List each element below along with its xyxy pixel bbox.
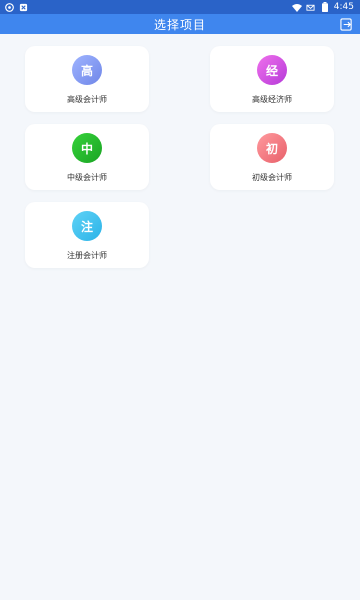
exit-icon [339,17,352,31]
project-label: 高级经济师 [252,95,292,104]
page-title: 选择项目 [153,17,206,32]
status-time: 4:45 [333,2,354,12]
intermediate-accountant-badge-icon: 中 [72,133,102,163]
notification-icon [4,2,14,12]
battery-icon [320,2,330,12]
project-label: 初级会计师 [252,173,292,182]
mail-icon [306,2,316,12]
project-card-junior-accountant[interactable]: 初 初级会计师 [210,124,334,190]
project-label: 高级会计师 [67,95,107,104]
project-card-senior-accountant[interactable]: 高 高级会计师 [25,46,149,112]
status-bar: 4:45 [0,0,360,14]
senior-economist-badge-icon: 经 [257,55,287,85]
senior-accountant-badge-icon: 高 [72,55,102,85]
junior-accountant-badge-icon: 初 [257,133,287,163]
project-card-intermediate-accountant[interactable]: 中 中级会计师 [25,124,149,190]
cpa-badge-icon: 注 [72,211,102,241]
project-label: 中级会计师 [67,173,107,182]
project-grid: 高 高级会计师 经 高级经济师 中 中级会计师 初 初级会计师 注 注册会计师 [0,34,360,600]
project-card-senior-economist[interactable]: 经 高级经济师 [210,46,334,112]
wifi-icon [291,2,302,12]
project-card-cpa[interactable]: 注 注册会计师 [25,202,149,268]
exit-button[interactable] [338,16,354,32]
app-bar: 选择项目 [0,14,360,34]
app-icon [18,2,28,12]
project-label: 注册会计师 [67,251,107,260]
